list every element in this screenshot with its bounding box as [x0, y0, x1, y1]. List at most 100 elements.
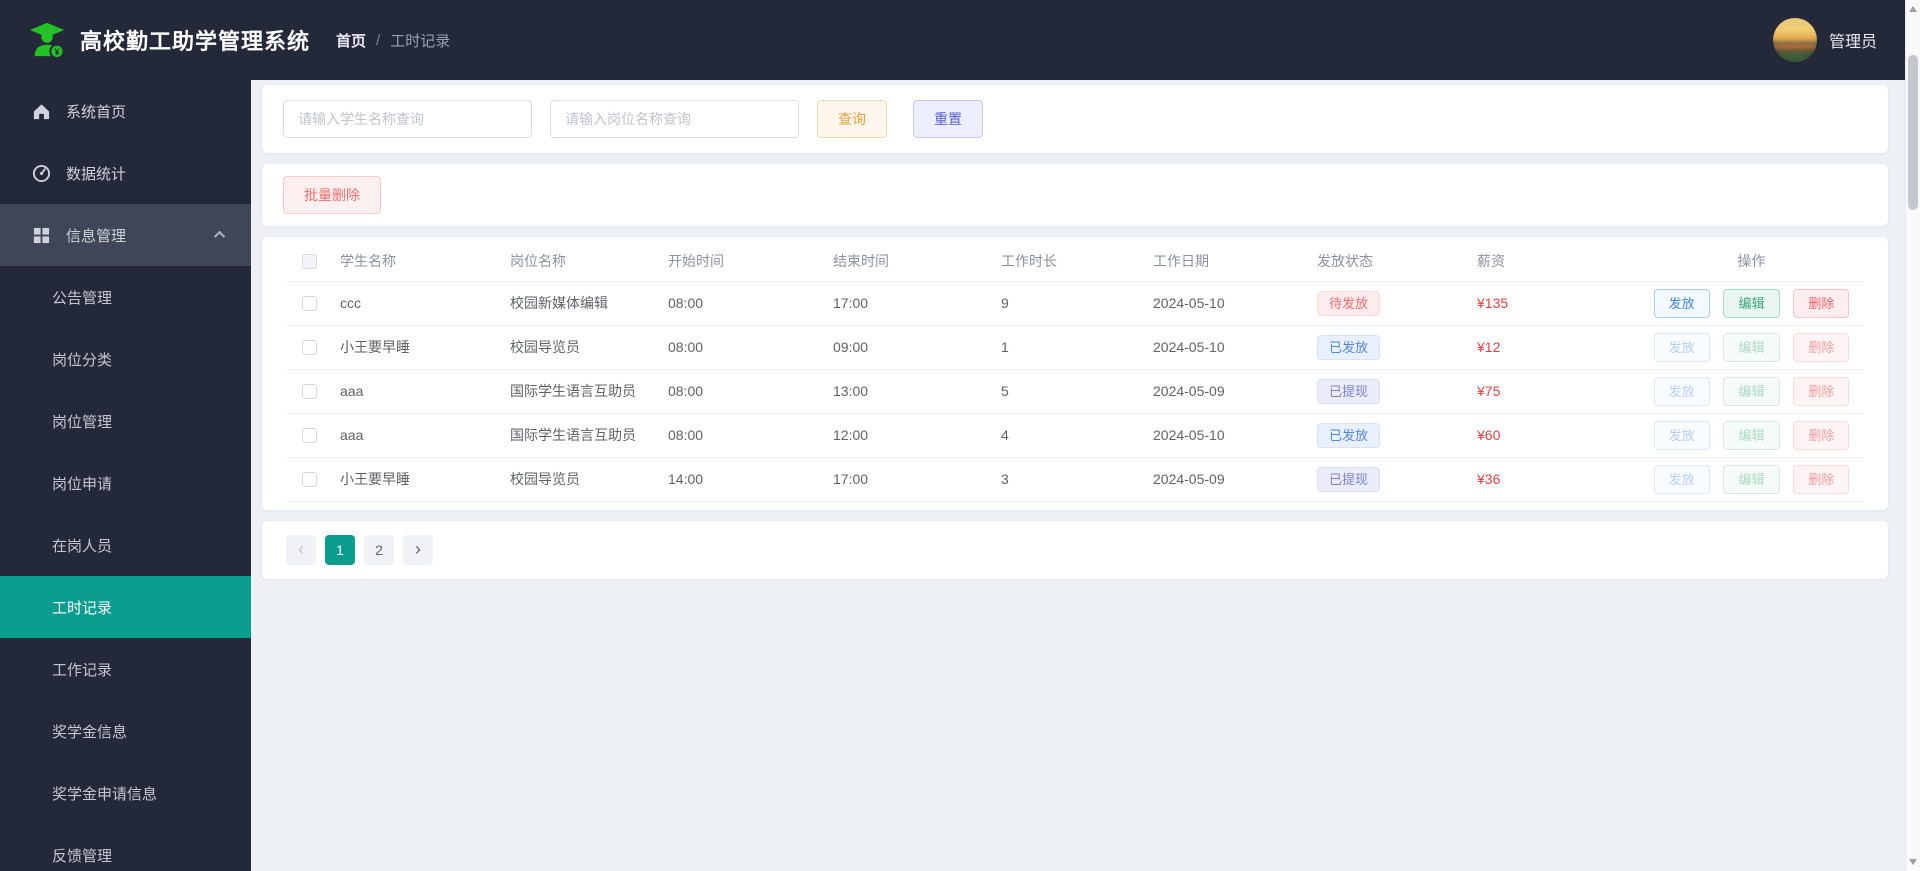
cell-work-date: 2024-05-10: [1149, 325, 1313, 370]
column-header-salary: 薪资: [1473, 241, 1639, 282]
sidebar-submenu-item-岗位申请[interactable]: 岗位申请: [0, 452, 251, 514]
cell-student-name: ccc: [336, 281, 506, 326]
issue-button[interactable]: 发放: [1653, 420, 1710, 450]
sidebar-submenu-item-奖学金申请信息[interactable]: 奖学金申请信息: [0, 762, 251, 824]
sidebar-item-data-stats[interactable]: 数据统计: [0, 142, 251, 204]
breadcrumb-home[interactable]: 首页: [336, 30, 366, 51]
cell-salary: ¥60: [1473, 413, 1639, 458]
column-header-start-time: 开始时间: [664, 241, 829, 282]
sidebar-submenu-item-label: 工时记录: [52, 599, 113, 617]
user-avatar[interactable]: [1772, 18, 1817, 62]
work-hours-table-panel: 学生名称 岗位名称 开始时间 结束时间 工作时长 工作日期 发放状态 薪资 操作…: [262, 237, 1888, 510]
sidebar-submenu-item-label: 奖学金申请信息: [52, 785, 158, 803]
issue-button[interactable]: 发放: [1653, 288, 1710, 318]
scrollbar-thumb[interactable]: [1908, 55, 1918, 210]
cell-student-name: aaa: [336, 369, 506, 414]
cell-end-time: 09:00: [829, 325, 997, 370]
student-name-search-input[interactable]: [283, 100, 532, 138]
home-icon: [32, 102, 51, 121]
cell-student-name: aaa: [336, 413, 506, 458]
row-checkbox[interactable]: [302, 428, 317, 444]
scroll-up-arrow-icon[interactable]: [1909, 6, 1917, 12]
issue-button[interactable]: 发放: [1653, 376, 1710, 406]
user-name: 管理员: [1828, 34, 1877, 51]
batch-delete-button[interactable]: 批量删除: [283, 176, 381, 214]
reset-button[interactable]: 重置: [913, 100, 983, 138]
sidebar-item-system-home[interactable]: 系统首页: [0, 80, 251, 142]
search-panel: 查询 重置: [262, 85, 1888, 153]
cell-student-name: 小王要早睡: [336, 457, 506, 502]
delete-button[interactable]: 删除: [1793, 332, 1850, 362]
column-header-status: 发放状态: [1313, 241, 1473, 282]
column-header-hours: 工作时长: [997, 241, 1149, 282]
sidebar-submenu-item-工作记录[interactable]: 工作记录: [0, 638, 251, 700]
issue-button[interactable]: 发放: [1653, 464, 1710, 494]
app-logo-graduate-icon: ¥: [29, 22, 65, 59]
delete-button[interactable]: 删除: [1793, 376, 1850, 406]
next-page-button[interactable]: ›: [403, 534, 433, 565]
prev-page-button[interactable]: ‹: [286, 534, 316, 565]
cell-job-name: 校园导览员: [506, 457, 664, 502]
cell-start-time: 08:00: [664, 325, 829, 370]
sidebar-submenu: 公告管理 岗位分类 岗位管理 岗位申请 在岗人员 工时记录 工作记录 奖学金信息…: [0, 266, 251, 871]
edit-button[interactable]: 编辑: [1723, 464, 1780, 494]
table-row: ccc 校园新媒体编辑 08:00 17:00 9 2024-05-10 待发放…: [286, 281, 1864, 326]
cell-end-time: 12:00: [829, 413, 997, 458]
cell-work-hours: 4: [997, 413, 1149, 458]
sidebar-item-label: 系统首页: [66, 103, 127, 121]
issue-button[interactable]: 发放: [1653, 332, 1710, 362]
cell-start-time: 14:00: [664, 457, 829, 502]
delete-button[interactable]: 删除: [1793, 464, 1850, 494]
cell-student-name: 小王要早睡: [336, 325, 506, 370]
scroll-down-arrow-icon[interactable]: [1909, 859, 1917, 865]
sidebar-item-label: 信息管理: [66, 227, 127, 245]
column-header-end-time: 结束时间: [829, 241, 997, 282]
edit-button[interactable]: 编辑: [1723, 420, 1780, 450]
column-header-job: 岗位名称: [506, 241, 664, 282]
sidebar-submenu-item-label: 奖学金信息: [52, 723, 128, 741]
vertical-scrollbar[interactable]: [1905, 0, 1920, 871]
sidebar-submenu-item-岗位分类[interactable]: 岗位分类: [0, 328, 251, 390]
sidebar-item-label: 数据统计: [66, 165, 127, 183]
cell-job-name: 国际学生语言互助员: [506, 413, 664, 458]
delete-button[interactable]: 删除: [1793, 420, 1850, 450]
sidebar: 系统首页 数据统计 信息管理 公告管理 岗位分类 岗位管理 岗位申请 在岗人员: [0, 80, 251, 871]
job-name-search-input[interactable]: [550, 100, 799, 138]
sidebar-item-info-management[interactable]: 信息管理: [0, 204, 251, 266]
delete-button[interactable]: 删除: [1793, 288, 1850, 318]
column-header-student: 学生名称: [336, 241, 506, 282]
sidebar-submenu-item-label: 岗位分类: [52, 351, 113, 369]
row-checkbox[interactable]: [302, 296, 317, 312]
status-badge: 已提现: [1317, 378, 1381, 404]
sidebar-submenu-item-反馈管理[interactable]: 反馈管理: [0, 824, 251, 871]
sidebar-submenu-item-公告管理[interactable]: 公告管理: [0, 266, 251, 328]
sidebar-submenu-item-label: 在岗人员: [52, 537, 113, 555]
table-header-row: 学生名称 岗位名称 开始时间 结束时间 工作时长 工作日期 发放状态 薪资 操作: [286, 241, 1864, 282]
stats-gauge-icon: [32, 164, 51, 183]
edit-button[interactable]: 编辑: [1723, 332, 1780, 362]
app-title: 高校勤工助学管理系统: [80, 29, 311, 54]
sidebar-submenu-item-label: 反馈管理: [52, 847, 113, 865]
cell-salary: ¥75: [1473, 369, 1639, 414]
select-all-checkbox[interactable]: [302, 254, 317, 270]
main-content: 查询 重置 批量删除 学生名称 岗位名称 开始时间 结束时间 工作时长 工作日: [251, 80, 1905, 871]
page-button-1[interactable]: 1: [325, 534, 355, 565]
user-block[interactable]: 管理员: [1772, 18, 1877, 62]
query-button[interactable]: 查询: [817, 100, 887, 138]
status-badge: 已提现: [1317, 466, 1381, 492]
row-checkbox[interactable]: [302, 472, 317, 488]
cell-work-date: 2024-05-09: [1149, 457, 1313, 502]
edit-button[interactable]: 编辑: [1723, 376, 1780, 406]
edit-button[interactable]: 编辑: [1723, 288, 1780, 318]
sidebar-submenu-item-奖学金信息[interactable]: 奖学金信息: [0, 700, 251, 762]
cell-job-name: 校园导览员: [506, 325, 664, 370]
row-checkbox[interactable]: [302, 340, 317, 356]
row-checkbox[interactable]: [302, 384, 317, 400]
svg-text:¥: ¥: [54, 47, 59, 57]
cell-salary: ¥36: [1473, 457, 1639, 502]
page-button-2[interactable]: 2: [364, 534, 394, 565]
sidebar-submenu-item-岗位管理[interactable]: 岗位管理: [0, 390, 251, 452]
sidebar-submenu-item-在岗人员[interactable]: 在岗人员: [0, 514, 251, 576]
sidebar-submenu-item-工时记录[interactable]: 工时记录: [0, 576, 251, 638]
cell-start-time: 08:00: [664, 413, 829, 458]
